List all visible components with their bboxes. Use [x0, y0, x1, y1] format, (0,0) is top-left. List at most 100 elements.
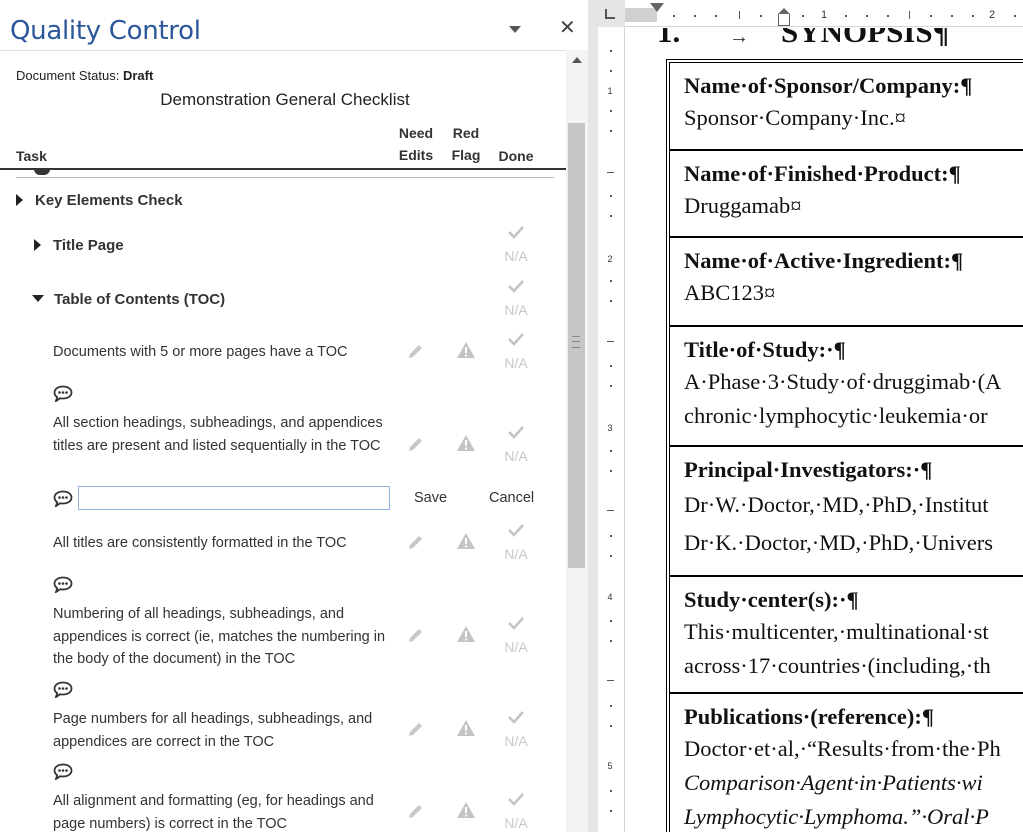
check-icon[interactable] [507, 278, 525, 294]
pencil-icon[interactable] [407, 342, 425, 360]
scroll-up-icon[interactable] [572, 57, 582, 63]
table-row: Publications·(reference):¶ Doctor·et·al,… [670, 694, 1023, 832]
column-header-red-flag: Red Flag [451, 125, 481, 163]
pencil-icon[interactable] [407, 435, 425, 453]
column-header-done: Done [498, 148, 534, 164]
ruler-tick [607, 172, 614, 173]
check-icon[interactable] [507, 791, 525, 807]
task-item: All titles are consistently formatted in… [53, 535, 347, 551]
ruler-tick [607, 680, 614, 681]
row-value: A·Phase·3·Study·of·druggimab·(A [684, 365, 1023, 399]
ruler-dot [610, 790, 612, 792]
ruler-number: 2 [989, 9, 996, 21]
row-value: chronic·lymphocytic·leukemia·or [684, 403, 988, 428]
ruler-tick [607, 341, 614, 342]
row-label: Principal·Investigators:·¶ [684, 457, 933, 482]
check-icon[interactable] [507, 709, 525, 725]
pane-title: Quality Control [10, 16, 201, 46]
table-row: Title·of·Study:·¶ A·Phase·3·Study·of·dru… [670, 327, 1023, 447]
caret-right-icon [34, 239, 41, 251]
ruler-dot [610, 450, 612, 452]
ruler-dot [673, 15, 675, 17]
table-row: Study·center(s):·¶ This·multicenter,·mul… [670, 577, 1023, 694]
close-icon[interactable]: ✕ [559, 18, 576, 38]
warning-icon[interactable] [456, 434, 476, 452]
pencil-icon[interactable] [407, 802, 425, 820]
section-toc[interactable]: Table of Contents (TOC) [32, 291, 225, 308]
ruler-dot [610, 50, 612, 52]
ruler-dot [715, 15, 717, 17]
comment-icon[interactable] [53, 681, 73, 698]
collapsed-marker [34, 169, 50, 175]
row-value: Lymphocytic·Lymphoma.”·Oral·P [684, 804, 989, 829]
heading-synopsis: SYNOPSIS¶ [781, 28, 950, 49]
ruler-dot [887, 15, 889, 17]
heading-number: 1. [657, 28, 681, 49]
ruler-dot [760, 15, 762, 17]
check-icon[interactable] [507, 522, 525, 538]
table-row: Principal·Investigators:·¶ Dr·W.·Doctor,… [670, 447, 1023, 577]
comment-input[interactable] [78, 486, 390, 510]
pane-resize-handle[interactable] [572, 336, 580, 348]
row-value: This·multicenter,·multinational·st [684, 619, 989, 644]
tab-arrow-mark: → [729, 28, 749, 48]
cancel-button[interactable]: Cancel [489, 490, 534, 506]
caret-down-icon [32, 295, 44, 302]
doc-status-label: Document Status: [16, 68, 120, 83]
ruler-dot [610, 810, 612, 812]
ruler-number: 2 [607, 254, 613, 264]
comment-icon[interactable] [53, 576, 73, 593]
warning-icon[interactable] [456, 341, 476, 359]
warning-icon[interactable] [456, 532, 476, 550]
na-label: N/A [504, 302, 528, 318]
section-toc-label: Table of Contents (TOC) [54, 291, 226, 308]
comment-icon[interactable] [53, 763, 73, 780]
pencil-icon[interactable] [407, 533, 425, 551]
pencil-icon[interactable] [407, 626, 425, 644]
comment-icon[interactable] [53, 490, 73, 507]
row-label: Name·of·Finished·Product:¶ [684, 161, 961, 186]
row-value: Doctor·et·al,·“Results·from·the·Ph [684, 736, 1001, 761]
column-header-need-edits: Need Edits [398, 125, 434, 163]
first-line-indent-marker[interactable] [650, 3, 664, 12]
ruler-dot [610, 195, 612, 197]
quality-control-pane: Quality Control ✕ Document Status: Draft… [0, 0, 588, 832]
ruler-dot [610, 365, 612, 367]
chevron-down-icon[interactable] [509, 26, 521, 33]
ruler-dot [972, 15, 974, 17]
ruler-tick [607, 510, 614, 511]
warning-icon[interactable] [456, 801, 476, 819]
ruler-number: 1 [607, 86, 613, 96]
ruler-dot [610, 300, 612, 302]
row-value: across·17·countries·(including,·th [684, 653, 991, 678]
pane-scrollbar[interactable] [566, 50, 588, 832]
caret-right-icon [16, 194, 23, 206]
task-item: Page numbers for all headings, subheadin… [53, 711, 373, 750]
na-label: N/A [504, 815, 528, 831]
ruler-dot [610, 640, 612, 642]
row-label: Publications·(reference):¶ [684, 704, 935, 729]
document-status: Document Status: Draft [16, 68, 153, 83]
tab-selector-icon[interactable] [605, 9, 615, 19]
ruler-number: 4 [607, 592, 613, 602]
doc-status-value: Draft [122, 68, 154, 83]
check-icon[interactable] [507, 331, 525, 347]
ruler-dot [802, 15, 804, 17]
check-icon[interactable] [507, 424, 525, 440]
na-label: N/A [504, 733, 528, 749]
warning-icon[interactable] [456, 625, 476, 643]
document-page[interactable]: 1. → SYNOPSIS¶ Name·of·Sponsor/Company:¶… [626, 28, 1023, 832]
table-row: Name·of·Finished·Product:¶ Druggamab¤ [670, 151, 1023, 238]
save-button[interactable]: Save [414, 490, 447, 506]
hanging-indent-marker[interactable] [778, 8, 790, 26]
comment-icon[interactable] [53, 385, 73, 402]
ruler-dot [1014, 15, 1016, 17]
check-icon[interactable] [507, 224, 525, 240]
warning-icon[interactable] [456, 719, 476, 737]
section-key-elements[interactable]: Key Elements Check [16, 192, 183, 209]
checklist-panel: Document Status: Draft Demonstration Gen… [0, 50, 566, 832]
section-title-page[interactable]: Title Page [34, 237, 124, 254]
pencil-icon[interactable] [407, 720, 425, 738]
checklist-title: Demonstration General Checklist [160, 90, 410, 109]
check-icon[interactable] [507, 615, 525, 631]
